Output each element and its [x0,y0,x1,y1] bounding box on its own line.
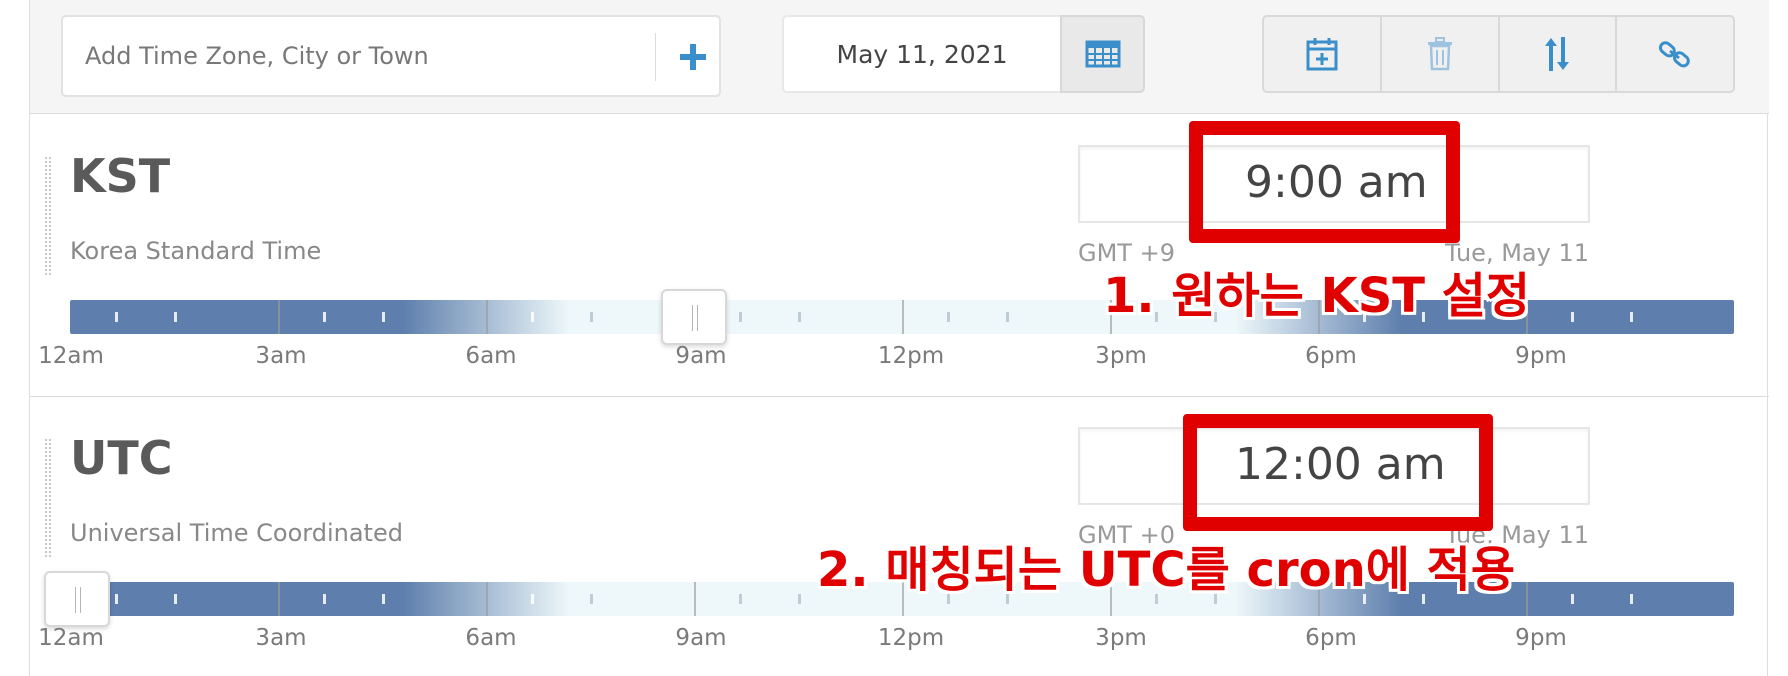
drag-handle[interactable] [45,157,51,275]
hour-tick [1571,312,1575,322]
hour-tick [1630,312,1633,322]
hour-divider [694,582,696,616]
hour-tick [531,312,535,322]
hour-tick [174,312,177,322]
trash-icon [1427,37,1452,71]
hour-label: 3am [255,343,307,369]
hour-label: 3pm [1095,343,1147,369]
add-zone-button[interactable] [673,33,713,81]
toolbar: May 11, 2021 [30,0,1769,114]
hour-tick [590,312,593,322]
hour-tick [531,594,535,604]
plus-icon [680,44,706,70]
calendar-button[interactable] [1060,15,1145,93]
hour-tick [1630,594,1633,604]
hour-tick [115,312,119,322]
delete-button[interactable] [1382,17,1500,91]
hour-label: 6am [465,343,517,369]
share-link-button[interactable] [1617,17,1733,91]
hour-label: 3pm [1095,625,1147,651]
drag-handle[interactable] [45,439,51,557]
world-clock-frame: May 11, 2021 [29,0,1769,676]
search-divider [655,33,656,81]
hour-tick [739,594,743,604]
hour-tick [1006,312,1009,322]
time-zone-search-input[interactable] [85,35,605,77]
add-event-button[interactable] [1264,17,1382,91]
hour-divider [278,300,280,334]
zone-abbreviation: KST [70,149,171,203]
hour-label: 3am [255,625,307,651]
hour-tick [798,312,801,322]
action-button-group [1262,15,1735,93]
kst-time-highlight-box [1189,121,1460,243]
hour-tick [382,594,385,604]
date-value: May 11, 2021 [836,39,1008,69]
utc-time-highlight-box [1183,414,1493,531]
annotation-step-1: 1. 원하는 KST 설정 [1103,268,1531,324]
date-field[interactable]: May 11, 2021 [782,15,1060,93]
sort-arrows-icon [1545,37,1570,71]
hour-label: 12am [38,343,104,369]
hour-divider [1526,582,1528,616]
hour-label: 9am [675,343,727,369]
search-box [61,15,721,97]
annotation-step-2: 2. 매칭되는 UTC를 cron에 적용 [817,542,1515,598]
hour-tick [323,594,327,604]
hour-divider [278,582,280,616]
hour-label: 12pm [877,625,945,651]
hour-tick [323,312,327,322]
hour-divider [902,300,904,334]
zone-abbreviation: UTC [70,431,173,485]
link-icon [1659,41,1690,68]
hour-divider [486,582,488,616]
hour-label: 6pm [1305,343,1357,369]
hour-divider [486,300,488,334]
hour-tick [174,594,177,604]
hour-label: 9pm [1515,625,1567,651]
hour-tick [590,594,593,604]
hour-label: 12pm [877,343,945,369]
hour-tick [739,312,743,322]
hour-tick [382,312,385,322]
hour-label: 6pm [1305,625,1357,651]
hour-label: 6am [465,625,517,651]
time-slider-handle[interactable] [661,289,727,345]
calendar-grid-icon [1085,40,1120,68]
hour-tick [798,594,801,604]
sort-button[interactable] [1500,17,1618,91]
hour-label: 9am [675,625,727,651]
zone-full-name: Korea Standard Time [70,237,322,265]
time-slider-handle[interactable] [44,571,110,627]
hour-tick [115,594,119,604]
hour-label: 9pm [1515,343,1567,369]
calendar-plus-icon [1306,38,1338,71]
hour-label: 12am [38,625,104,651]
hour-tick [1571,594,1575,604]
zone-full-name: Universal Time Coordinated [70,519,403,547]
hour-tick [947,312,951,322]
